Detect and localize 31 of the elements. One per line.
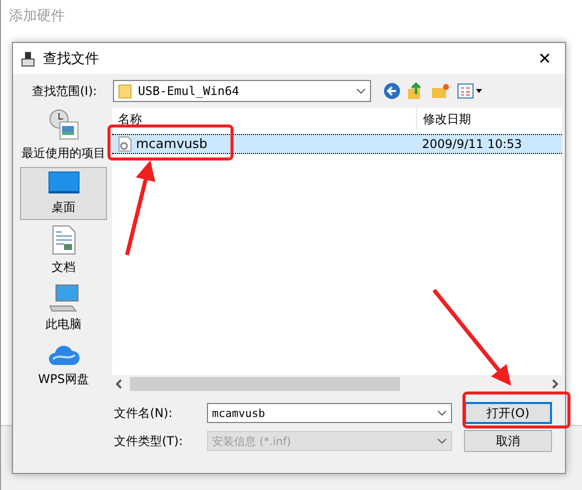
settings-file-icon xyxy=(118,136,132,152)
dropdown-caret-icon[interactable] xyxy=(437,410,447,416)
close-button[interactable]: ✕ xyxy=(532,48,557,68)
places-item[interactable]: WPS网盘 xyxy=(20,338,107,392)
file-name-label: 文件名(N): xyxy=(114,404,174,422)
look-in-dropdown[interactable]: USB-Emul_Win64 xyxy=(113,80,371,102)
folder-icon xyxy=(118,83,132,99)
places-item[interactable]: 最近使用的项目 xyxy=(20,108,107,163)
dialog-button[interactable]: 打开(O) xyxy=(464,402,552,424)
places-item[interactable]: 桌面 xyxy=(20,167,107,220)
desktop-icon xyxy=(48,171,80,196)
new-folder-icon[interactable] xyxy=(431,82,451,100)
file-name-field[interactable]: mcamvusb xyxy=(207,403,452,423)
column-header[interactable]: 名称 xyxy=(112,110,416,128)
dialog-button[interactable]: 取消 xyxy=(464,430,552,452)
usb-device-icon xyxy=(21,50,35,66)
places-item[interactable]: 文档 xyxy=(20,224,107,278)
back-icon[interactable] xyxy=(383,82,401,100)
dropdown-caret-icon[interactable] xyxy=(356,88,366,94)
file-type-label: 文件类型(T): xyxy=(114,432,184,450)
computer-icon xyxy=(48,284,80,312)
clock-picture-icon xyxy=(48,109,80,141)
document-icon xyxy=(52,225,76,256)
view-menu-icon[interactable] xyxy=(457,83,483,99)
window-title: 添加硬件 xyxy=(9,7,65,25)
look-in-label: 查找范围(I): xyxy=(32,82,98,100)
file-row[interactable]: mcamvusb 2009/9/11 10:53 xyxy=(112,134,562,154)
dialog-title: 查找文件 xyxy=(43,50,100,68)
horizontal-scrollbar[interactable] xyxy=(112,375,562,392)
places-item[interactable]: 此电脑 xyxy=(20,282,107,335)
column-header[interactable]: 修改日期 xyxy=(416,108,562,130)
